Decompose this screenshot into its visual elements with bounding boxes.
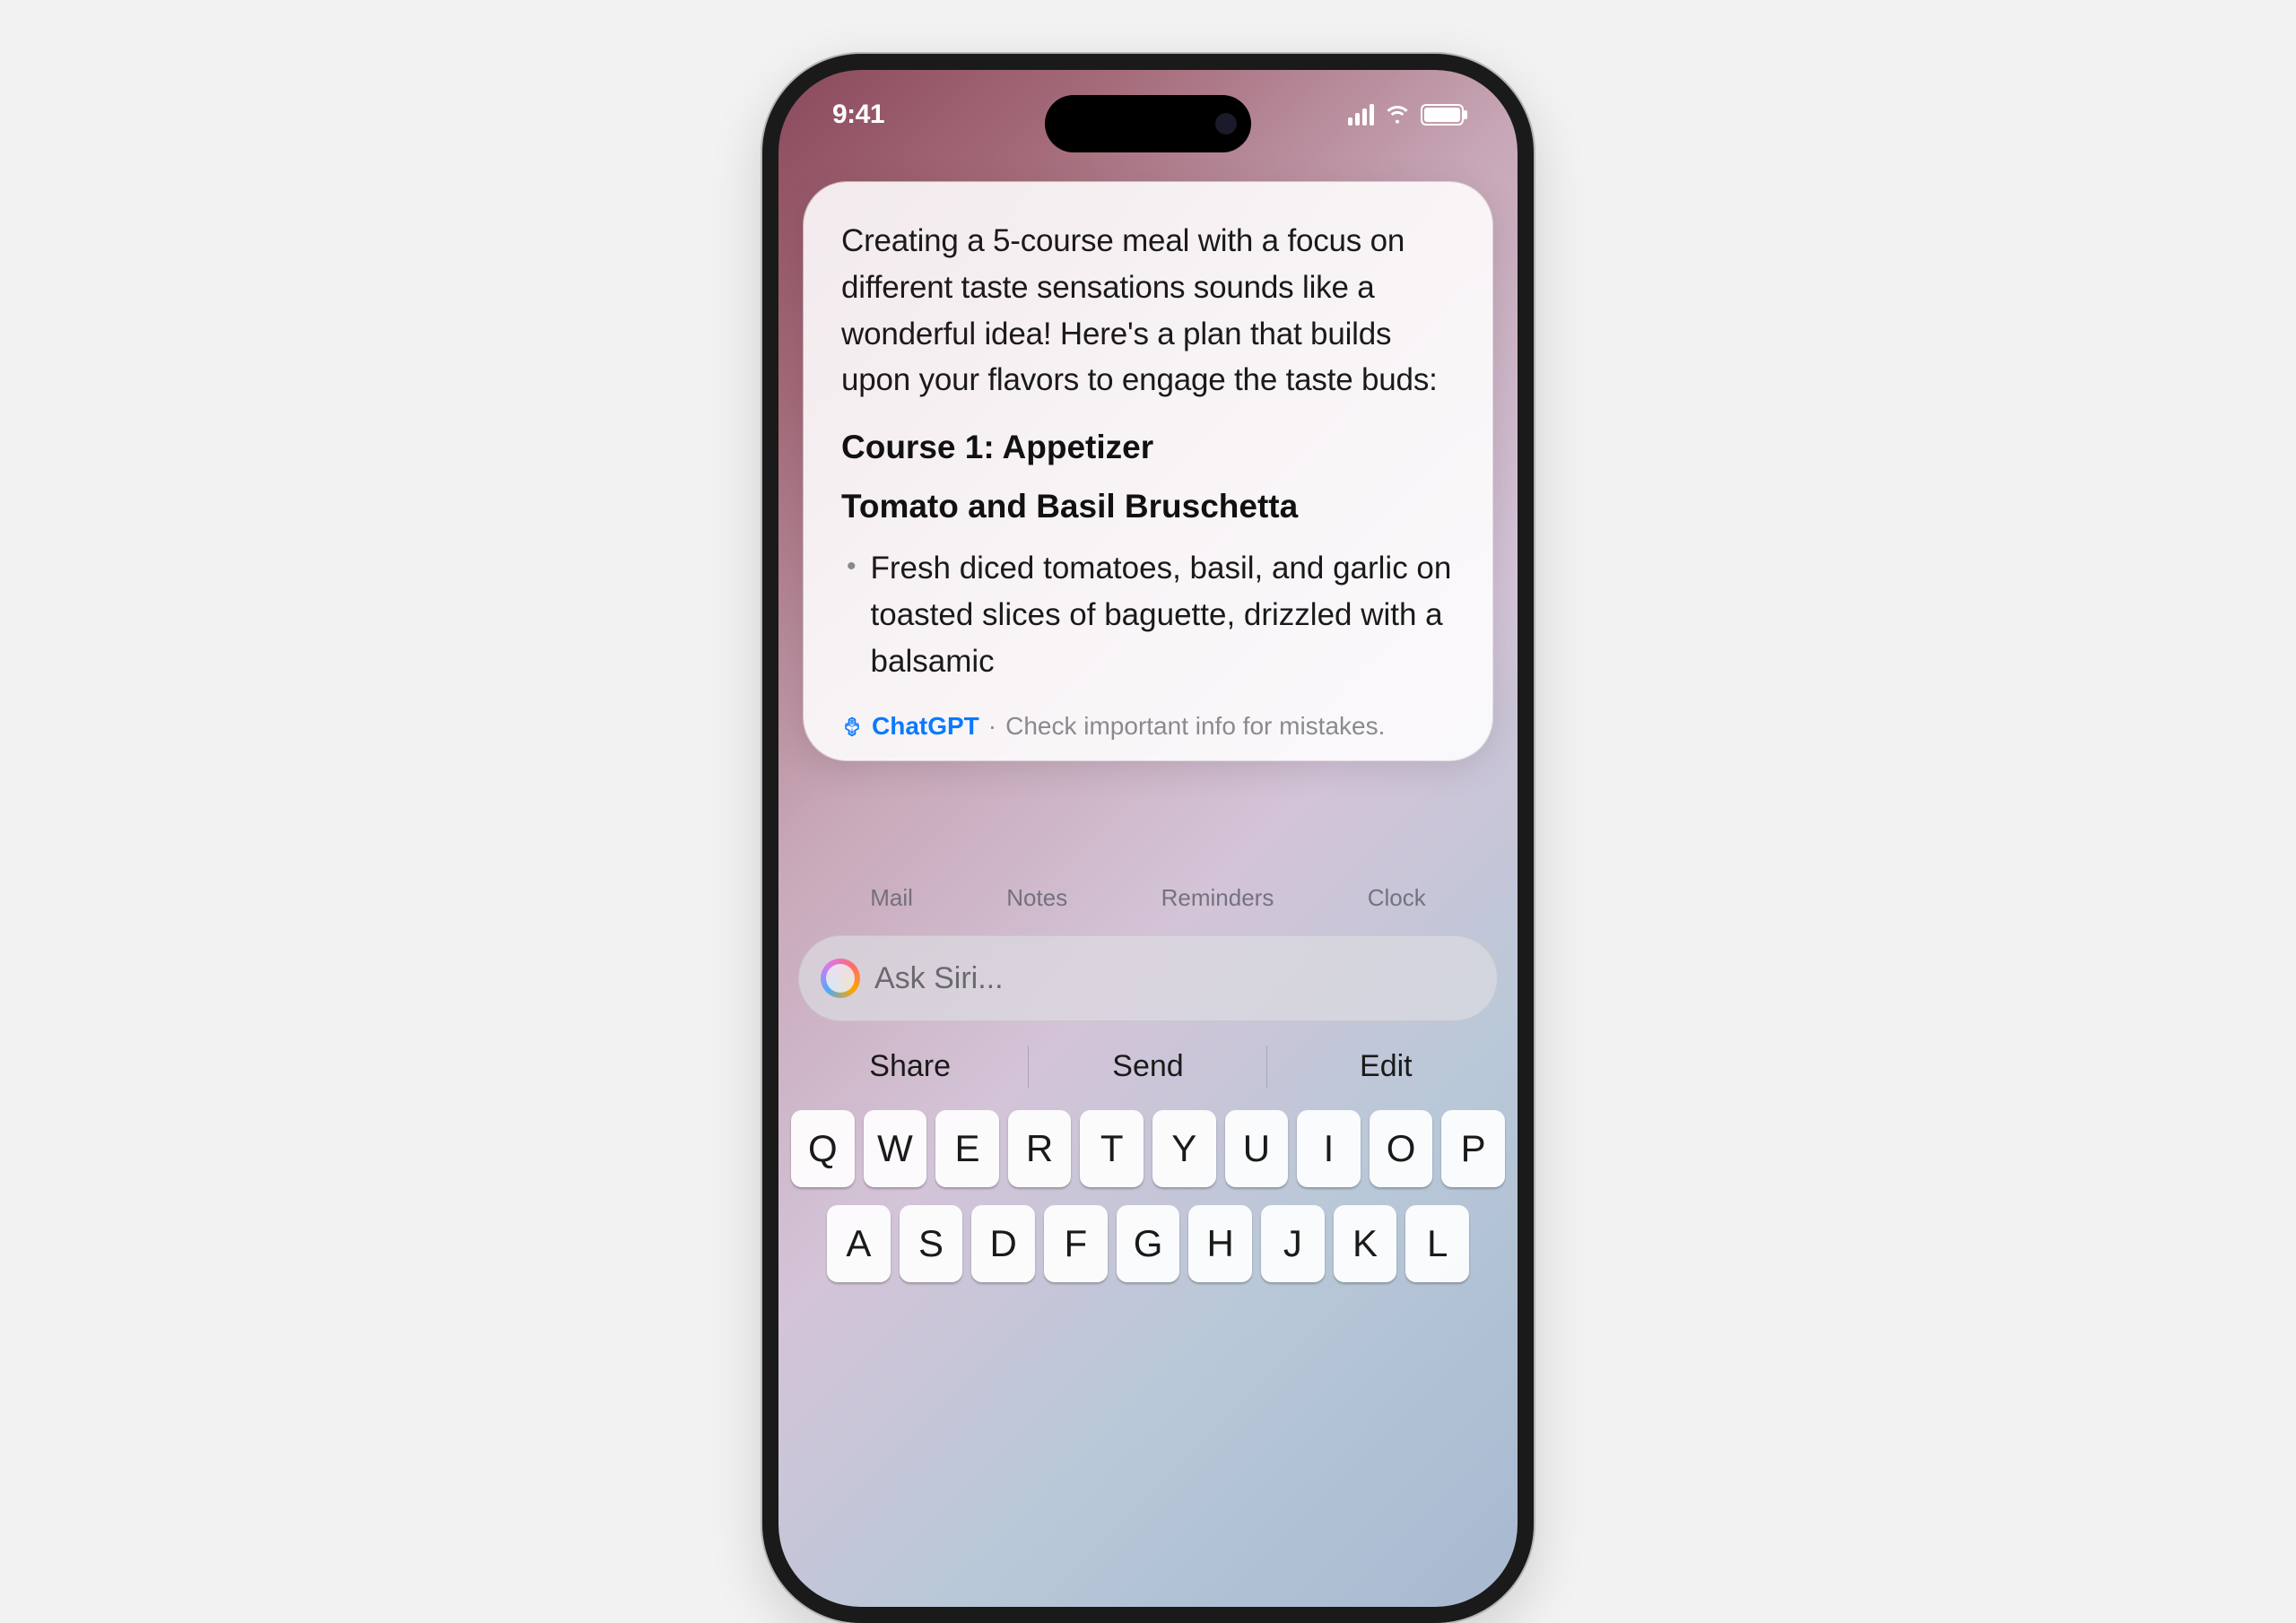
key-r[interactable]: R — [1008, 1110, 1072, 1187]
bullet-text: Fresh diced tomatoes, basil, and garlic … — [871, 545, 1455, 684]
cellular-icon — [1348, 104, 1374, 126]
phone-screen: 9:41 Creating a 5-course meal with a foc… — [778, 70, 1518, 1607]
chatgpt-icon — [841, 716, 863, 737]
key-i[interactable]: I — [1297, 1110, 1361, 1187]
siri-orb-icon — [821, 959, 860, 998]
response-intro: Creating a 5-course meal with a focus on… — [841, 218, 1455, 404]
keyboard-row-2: A S D F G H J K L — [791, 1205, 1505, 1282]
suggestion-share[interactable]: Share — [791, 1033, 1029, 1100]
app-label-clock: Clock — [1368, 884, 1426, 912]
app-label-notes: Notes — [1006, 884, 1067, 912]
key-k[interactable]: K — [1334, 1205, 1397, 1282]
key-y[interactable]: Y — [1152, 1110, 1216, 1187]
app-label-reminders: Reminders — [1161, 884, 1274, 912]
key-l[interactable]: L — [1405, 1205, 1469, 1282]
suggestion-send[interactable]: Send — [1029, 1033, 1266, 1100]
app-label-row: Mail Notes Reminders Clock — [778, 884, 1518, 912]
attribution-name[interactable]: ChatGPT — [872, 712, 979, 741]
key-e[interactable]: E — [935, 1110, 999, 1187]
app-label-mail: Mail — [870, 884, 913, 912]
response-card[interactable]: Creating a 5-course meal with a focus on… — [804, 182, 1492, 760]
key-o[interactable]: O — [1370, 1110, 1433, 1187]
attribution-warning: Check important info for mistakes. — [1005, 712, 1385, 741]
siri-input[interactable]: Ask Siri... — [798, 935, 1498, 1021]
key-d[interactable]: D — [971, 1205, 1035, 1282]
key-f[interactable]: F — [1044, 1205, 1108, 1282]
suggestion-row: Share Send Edit — [791, 1033, 1505, 1100]
attribution-separator: · — [988, 712, 996, 741]
bullet-item: • Fresh diced tomatoes, basil, and garli… — [841, 545, 1455, 684]
key-a[interactable]: A — [827, 1205, 891, 1282]
key-w[interactable]: W — [864, 1110, 927, 1187]
phone-frame: 9:41 Creating a 5-course meal with a foc… — [762, 54, 1534, 1623]
key-g[interactable]: G — [1117, 1205, 1180, 1282]
keyboard-row-1: Q W E R T Y U I O P — [791, 1110, 1505, 1187]
response-content[interactable]: Creating a 5-course meal with a focus on… — [841, 218, 1455, 685]
status-right — [1348, 100, 1464, 130]
key-u[interactable]: U — [1225, 1110, 1289, 1187]
attribution-row: ChatGPT · Check important info for mista… — [841, 712, 1455, 741]
suggestion-edit[interactable]: Edit — [1267, 1033, 1505, 1100]
dynamic-island[interactable] — [1045, 95, 1251, 152]
bullet-dot-icon: • — [847, 545, 857, 684]
battery-icon — [1421, 104, 1464, 126]
status-time: 9:41 — [832, 100, 884, 130]
siri-placeholder: Ask Siri... — [874, 961, 1004, 996]
keyboard: Q W E R T Y U I O P A S D F G H J K L — [791, 1110, 1505, 1300]
key-q[interactable]: Q — [791, 1110, 855, 1187]
key-j[interactable]: J — [1261, 1205, 1325, 1282]
key-p[interactable]: P — [1441, 1110, 1505, 1187]
key-s[interactable]: S — [900, 1205, 963, 1282]
dish-name: Tomato and Basil Bruschetta — [841, 488, 1455, 525]
key-t[interactable]: T — [1080, 1110, 1144, 1187]
key-h[interactable]: H — [1188, 1205, 1252, 1282]
wifi-icon — [1385, 100, 1410, 130]
course-heading: Course 1: Appetizer — [841, 429, 1455, 466]
